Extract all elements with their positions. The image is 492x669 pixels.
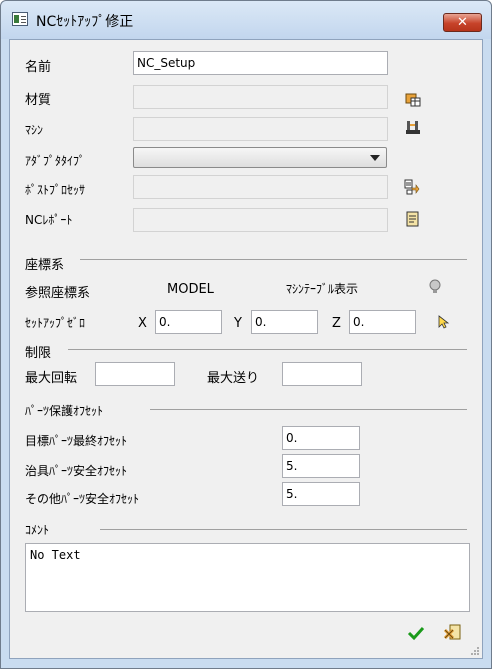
material-database-icon[interactable] [405, 91, 421, 107]
reference-coordinate-label: 参照座標系 [25, 286, 91, 301]
pick-cursor-icon[interactable] [436, 314, 452, 330]
divider [68, 349, 467, 350]
chevron-down-icon [370, 155, 380, 161]
y-axis-label: Y [234, 316, 242, 331]
adapter-type-label: ｱﾀﾞﾌﾟﾀﾀｲﾌﾟ [25, 154, 86, 168]
nc-report-input [133, 208, 388, 232]
setup-zero-label: ｾｯﾄｱｯﾌﾟｾﾞﾛ [25, 316, 86, 330]
resize-grip[interactable] [470, 646, 480, 656]
max-feed-label: 最大送り [207, 371, 260, 386]
divider [100, 529, 467, 530]
max-rotation-label: 最大回転 [25, 371, 78, 386]
fixture-offset-input[interactable] [282, 454, 360, 478]
coordinate-system-section: 座標系 [25, 258, 65, 273]
dialog-window: NCｾｯﾄｱｯﾌﾟ修正 ✕ 名前 材質 ﾏｼﾝ ｱﾀﾞﾌﾟﾀﾀｲﾌﾟ [0, 0, 492, 669]
max-feed-input[interactable] [282, 362, 362, 386]
postprocessor-icon[interactable] [404, 179, 420, 195]
machine-table-display-label: ﾏｼﾝﾃｰﾌﾞﾙ表示 [286, 282, 359, 296]
target-offset-label: 目標ﾊﾟｰﾂ最終ｵﾌｾｯﾄ [25, 434, 128, 448]
part-offset-section: ﾊﾟｰﾂ保護ｵﾌｾｯﾄ [25, 404, 104, 418]
target-offset-input[interactable] [282, 426, 360, 450]
divider [150, 409, 467, 410]
light-bulb-icon[interactable] [427, 279, 443, 295]
fixture-offset-label: 治具ﾊﾟｰﾂ安全ｵﾌｾｯﾄ [25, 464, 128, 478]
reference-coordinate-value: MODEL [167, 282, 214, 297]
dialog-body: 名前 材質 ﾏｼﾝ ｱﾀﾞﾌﾟﾀﾀｲﾌﾟ ﾎﾟｽﾄﾌﾟﾛｾｯｻ [9, 39, 483, 659]
material-label: 材質 [25, 93, 52, 108]
comment-textarea[interactable]: No Text [25, 543, 470, 612]
postprocessor-label: ﾎﾟｽﾄﾌﾟﾛｾｯｻ [25, 183, 86, 197]
x-input[interactable] [155, 310, 222, 334]
other-offset-input[interactable] [282, 482, 360, 506]
ok-check-icon[interactable] [407, 625, 425, 641]
name-input[interactable] [133, 51, 388, 75]
machine-label: ﾏｼﾝ [25, 123, 44, 137]
z-axis-label: Z [332, 316, 341, 331]
nc-report-label: NCﾚﾎﾟｰﾄ [25, 213, 73, 227]
close-button[interactable]: ✕ [443, 13, 482, 32]
machine-icon[interactable] [405, 120, 421, 136]
comment-section: ｺﾒﾝﾄ [25, 523, 50, 537]
adapter-type-dropdown[interactable] [133, 147, 387, 168]
other-offset-label: その他ﾊﾟｰﾂ安全ｵﾌｾｯﾄ [25, 492, 140, 506]
limits-section: 制限 [25, 346, 52, 361]
name-label: 名前 [25, 60, 52, 75]
title-bar[interactable]: NCｾｯﾄｱｯﾌﾟ修正 ✕ [1, 1, 491, 39]
app-icon [12, 12, 28, 26]
divider [80, 259, 467, 260]
z-input[interactable] [349, 310, 416, 334]
y-input[interactable] [251, 310, 318, 334]
cancel-icon[interactable] [443, 624, 461, 642]
window-title: NCｾｯﾄｱｯﾌﾟ修正 [36, 14, 134, 30]
max-rotation-input[interactable] [95, 362, 175, 386]
postprocessor-input [133, 175, 388, 199]
material-input [133, 85, 388, 109]
report-icon[interactable] [405, 211, 421, 227]
machine-input [133, 117, 388, 141]
x-axis-label: X [138, 316, 147, 331]
